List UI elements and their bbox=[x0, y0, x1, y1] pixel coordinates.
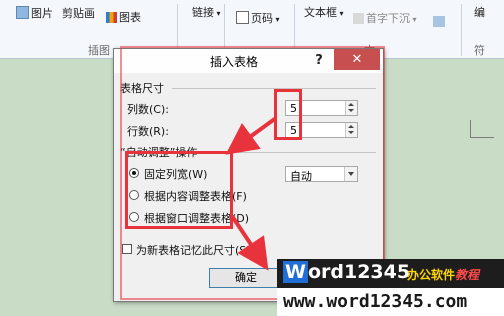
arrow-icon bbox=[230, 214, 269, 271]
watermark-tagline: 办公软件教程 bbox=[407, 268, 480, 282]
watermark-url: www.word12345.com bbox=[283, 291, 468, 312]
arrow-icon bbox=[225, 116, 278, 155]
watermark-brand: Word12345 bbox=[283, 261, 411, 283]
